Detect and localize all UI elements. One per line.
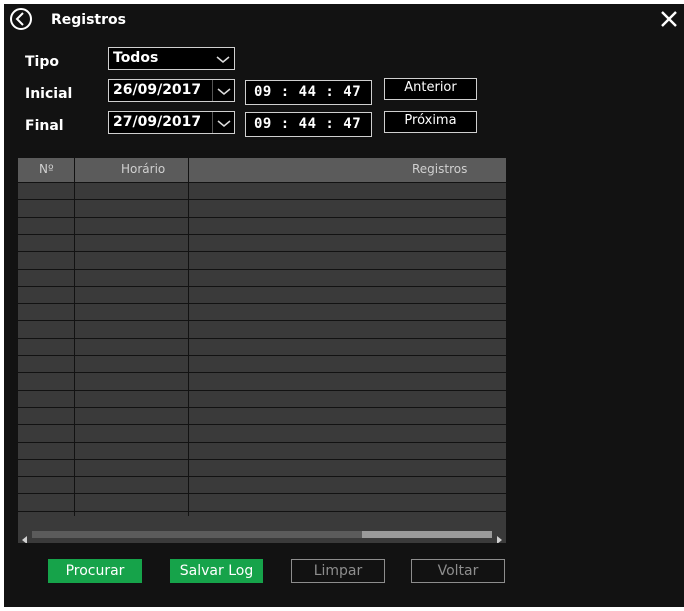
column-header-time[interactable]: Horário — [121, 162, 165, 176]
registros-table: Nº Horário Registros — [18, 158, 506, 543]
procurar-button[interactable]: Procurar — [48, 559, 142, 583]
column-header-registros[interactable]: Registros — [412, 162, 467, 176]
dialog-title: Registros — [51, 12, 126, 28]
final-date-value: 27/09/2017 — [113, 114, 202, 130]
final-time-value: 09 : 44 : 47 — [254, 116, 362, 132]
final-time-field[interactable]: 09 : 44 : 47 — [245, 112, 372, 137]
tipo-label: Tipo — [25, 54, 59, 70]
table-header: Nº Horário Registros — [18, 158, 506, 182]
table-row-divider — [18, 217, 506, 218]
table-row-divider — [18, 493, 506, 494]
table-row-divider — [18, 511, 506, 512]
table-row-divider — [18, 182, 506, 183]
inicial-time-value: 09 : 44 : 47 — [254, 84, 362, 100]
table-row-divider — [18, 372, 506, 373]
voltar-button[interactable]: Voltar — [411, 559, 505, 583]
back-arrow-circle-icon[interactable] — [10, 8, 32, 30]
inicial-date-value: 26/09/2017 — [113, 82, 202, 98]
table-row-divider — [18, 286, 506, 287]
chevron-down-icon[interactable] — [212, 48, 234, 69]
table-row-divider — [18, 442, 506, 443]
table-row-divider — [18, 234, 506, 235]
inicial-time-field[interactable]: 09 : 44 : 47 — [245, 80, 372, 105]
table-row-divider — [18, 476, 506, 477]
inicial-label: Inicial — [25, 86, 73, 102]
table-row-divider — [18, 251, 506, 252]
column-divider — [74, 158, 75, 516]
anterior-button[interactable]: Anterior — [384, 78, 477, 100]
inicial-date-field[interactable]: 26/09/2017 — [108, 79, 235, 102]
close-icon[interactable] — [660, 10, 678, 28]
table-row-divider — [18, 199, 506, 200]
proxima-button[interactable]: Próxima — [384, 111, 477, 133]
scroll-track[interactable] — [32, 531, 492, 538]
limpar-button[interactable]: Limpar — [291, 559, 385, 583]
table-row-divider — [18, 390, 506, 391]
tipo-select-value: Todos — [113, 50, 159, 66]
registros-dialog: Registros Tipo Todos Inicial 26/09/2017 … — [4, 4, 684, 607]
table-row-divider — [18, 269, 506, 270]
chevron-down-icon[interactable] — [212, 80, 235, 101]
scroll-right-icon[interactable] — [494, 530, 504, 543]
header: Registros — [4, 4, 684, 38]
table-row-divider — [18, 303, 506, 304]
table-row-divider — [18, 320, 506, 321]
final-label: Final — [25, 118, 64, 134]
final-date-field[interactable]: 27/09/2017 — [108, 111, 235, 134]
table-row-divider — [18, 338, 506, 339]
chevron-down-icon[interactable] — [212, 112, 235, 133]
tipo-select[interactable]: Todos — [108, 47, 235, 70]
column-divider — [188, 158, 189, 516]
table-row-divider — [18, 459, 506, 460]
table-row-divider — [18, 355, 506, 356]
scroll-thumb[interactable] — [362, 531, 492, 538]
scroll-left-icon[interactable] — [20, 530, 30, 543]
table-row-divider — [18, 407, 506, 408]
column-header-number[interactable]: Nº — [39, 162, 54, 176]
table-row-divider — [18, 424, 506, 425]
salvar-log-button[interactable]: Salvar Log — [170, 559, 263, 583]
horizontal-scrollbar[interactable] — [18, 527, 506, 543]
